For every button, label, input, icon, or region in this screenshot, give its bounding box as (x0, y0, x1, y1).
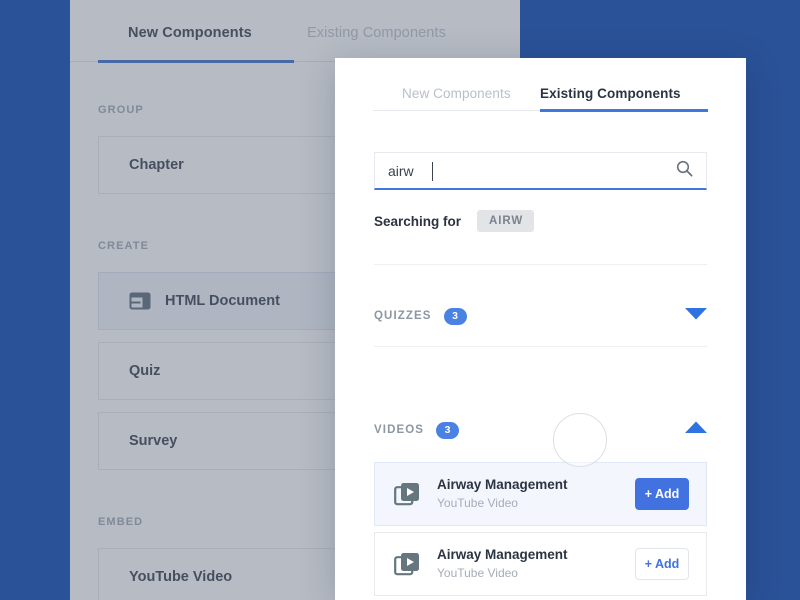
group-title: QUIZZES (374, 310, 432, 322)
result-title: Airway Management (437, 477, 568, 492)
video-stack-icon (394, 551, 420, 577)
search-result-row[interactable]: Airway Management YouTube Video + Add (374, 462, 707, 526)
component-row-label: YouTube Video (129, 569, 233, 585)
add-button[interactable]: + Add (635, 478, 689, 510)
result-subtitle: YouTube Video (437, 496, 518, 510)
app-root: New Components Existing Components GROUP… (0, 0, 800, 600)
search-icon[interactable] (676, 160, 693, 182)
searching-for-row: Searching for AIRW (374, 210, 535, 232)
add-button[interactable]: + Add (635, 548, 689, 580)
group-header-quizzes[interactable]: QUIZZES 3 (374, 305, 707, 327)
modal-tabbar: New Components Existing Components (335, 58, 746, 112)
search-result-text: Airway Management YouTube Video (437, 476, 635, 512)
video-stack-icon (394, 481, 420, 507)
group-header-videos[interactable]: VIDEOS 3 (374, 419, 707, 441)
group-count-badge: 3 (443, 307, 467, 325)
search-result-row[interactable]: Airway Management YouTube Video + Add (374, 532, 707, 596)
search-input[interactable] (375, 162, 676, 179)
quizzes-group-divider (374, 346, 707, 347)
search-term-chip[interactable]: AIRW (477, 210, 535, 232)
searching-for-label: Searching for (374, 213, 462, 229)
text-caret (432, 162, 433, 181)
tab-new-components[interactable]: New Components (128, 25, 252, 41)
tab-active-underline (98, 60, 294, 63)
result-title: Airway Management (437, 547, 568, 562)
chevron-up-icon[interactable] (685, 421, 707, 439)
search-field[interactable] (374, 152, 707, 190)
modal-tab-existing-components[interactable]: Existing Components (540, 86, 681, 101)
modal-tab-new-components[interactable]: New Components (402, 86, 511, 101)
component-row-label: Chapter (129, 157, 184, 173)
group-title: VIDEOS (374, 424, 425, 436)
result-subtitle: YouTube Video (437, 566, 518, 580)
back-panel-tabbar: New Components Existing Components (70, 0, 520, 63)
chevron-down-icon[interactable] (685, 307, 707, 325)
tab-existing-components[interactable]: Existing Components (307, 25, 446, 41)
modal-tab-active-underline (540, 109, 708, 112)
component-row-label: HTML Document (165, 293, 280, 309)
search-result-text: Airway Management YouTube Video (437, 546, 635, 582)
existing-components-modal: New Components Existing Components Searc… (335, 58, 746, 600)
html-document-icon (129, 290, 151, 312)
component-row-label: Quiz (129, 363, 161, 379)
group-count-badge: 3 (436, 421, 460, 439)
component-row-label: Survey (129, 433, 178, 449)
searching-for-divider (374, 264, 707, 265)
